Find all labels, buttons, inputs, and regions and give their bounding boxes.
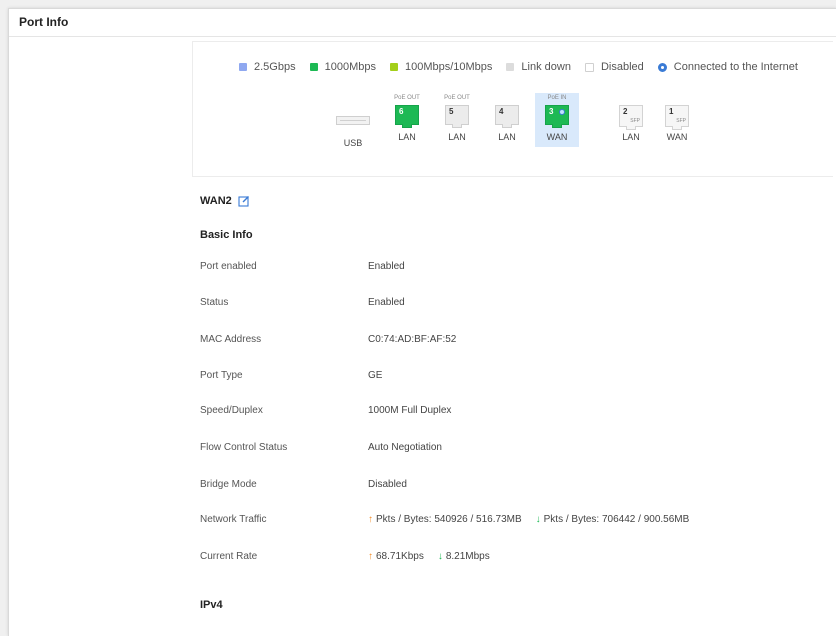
port-poe-label	[489, 95, 525, 105]
row-label: Flow Control Status	[200, 442, 288, 453]
row-value: 1000M Full Duplex	[368, 405, 452, 416]
port-diagram: 2.5Gbps 1000Mbps 100Mbps/10Mbps Link dow…	[192, 41, 833, 177]
upload-arrow-icon: ↑	[368, 514, 373, 525]
row-value: ↑ 68.71Kbps ↓ 8.21Mbps	[368, 551, 490, 562]
legend-100mbps: 100Mbps/10Mbps	[389, 61, 493, 73]
legend-swatch-disabled	[584, 62, 594, 72]
row-label: MAC Address	[200, 334, 262, 345]
port-poe-label: PoE OUT	[444, 95, 470, 101]
edit-icon[interactable]	[238, 195, 250, 207]
legend-disabled: Disabled	[584, 61, 644, 73]
ethernet-port-icon: 6	[395, 105, 419, 128]
download-arrow-icon: ↓	[437, 551, 443, 562]
traffic-down: Pkts / Bytes: 706442 / 900.56MB	[543, 514, 690, 525]
ethernet-port-icon: 4	[495, 105, 519, 128]
sfp-port-icon: 1 SFP	[665, 105, 689, 130]
info-row-port-enabled: Port enabled Enabled	[200, 261, 836, 279]
port-2-sfp[interactable]: 2 SFP LAN	[613, 95, 649, 142]
wan-section-title: WAN2	[200, 195, 250, 207]
port-1-sfp[interactable]: 1 SFP WAN	[659, 95, 695, 142]
info-row-port-type: Port Type GE	[200, 370, 836, 388]
row-value: ↑ Pkts / Bytes: 540926 / 516.73MB ↓ Pkts…	[368, 514, 689, 525]
port-label: LAN	[448, 132, 466, 142]
legend-label: 2.5Gbps	[254, 61, 296, 73]
legend-2-5gbps: 2.5Gbps	[239, 61, 296, 73]
sfp-label: SFP	[630, 118, 640, 124]
traffic-up: Pkts / Bytes: 540926 / 516.73MB	[376, 514, 522, 525]
title-divider	[9, 36, 836, 37]
port-poe-label: PoE IN	[547, 95, 567, 101]
info-row-bridge-mode: Bridge Mode Disabled	[200, 479, 836, 497]
ethernet-port-icon: 3	[545, 105, 569, 128]
row-label: Port Type	[200, 370, 243, 381]
rate-up: 68.71Kbps	[376, 551, 424, 562]
port-label: USB	[343, 138, 363, 148]
port-number: 3	[549, 107, 554, 116]
port-label: LAN	[622, 132, 640, 142]
port-number: 5	[449, 107, 454, 116]
legend-swatch-100mbps	[389, 63, 398, 71]
panel-title: Port Info	[19, 15, 69, 29]
legend-label: 1000Mbps	[324, 61, 376, 73]
legend-link-down: Link down	[506, 61, 571, 73]
ethernet-port-icon: 5	[445, 105, 469, 128]
wan-title: WAN2	[200, 195, 232, 207]
row-label: Status	[200, 297, 229, 308]
port-label: WAN	[546, 132, 568, 142]
info-row-speed-duplex: Speed/Duplex 1000M Full Duplex	[200, 405, 836, 423]
row-label: Bridge Mode	[200, 479, 257, 490]
legend-label: 100Mbps/10Mbps	[404, 61, 493, 73]
row-value: Disabled	[368, 479, 407, 490]
port-number: 1	[669, 107, 674, 116]
sfp-port-icon: 2 SFP	[619, 105, 643, 130]
info-row-mac-address: MAC Address C0:74:AD:BF:AF:52	[200, 334, 836, 352]
port-5[interactable]: PoE OUT 5 LAN	[439, 95, 475, 142]
port-usb[interactable]: USB	[333, 95, 373, 148]
port-label: LAN	[398, 132, 416, 142]
legend: 2.5Gbps 1000Mbps 100Mbps/10Mbps Link dow…	[239, 61, 798, 73]
internet-icon	[559, 109, 565, 115]
row-value: C0:74:AD:BF:AF:52	[368, 334, 457, 345]
port-number: 4	[499, 107, 504, 116]
sfp-label: SFP	[676, 118, 686, 124]
globe-icon	[657, 62, 667, 72]
legend-1000mbps: 1000Mbps	[309, 61, 376, 73]
legend-swatch-1000mbps	[309, 63, 318, 71]
port-label: WAN	[666, 132, 688, 142]
legend-swatch-link-down	[506, 63, 515, 71]
row-label: Current Rate	[200, 551, 258, 562]
row-label: Speed/Duplex	[200, 405, 263, 416]
row-value: Auto Negotiation	[368, 442, 442, 453]
row-label: Network Traffic	[200, 514, 267, 525]
usb-port-icon	[336, 116, 370, 125]
upload-arrow-icon: ↑	[368, 551, 373, 562]
rate-down: 8.21Mbps	[445, 551, 490, 562]
row-label: Port enabled	[200, 261, 257, 272]
legend-swatch-2-5gbps	[239, 63, 247, 71]
info-row-status: Status Enabled	[200, 297, 836, 315]
port-6[interactable]: PoE OUT 6 LAN	[389, 95, 425, 142]
port-label: LAN	[498, 132, 516, 142]
info-row-current-rate: Current Rate ↑ 68.71Kbps ↓ 8.21Mbps	[200, 551, 836, 569]
port-4[interactable]: 4 LAN	[489, 95, 525, 142]
port-poe-label: PoE OUT	[394, 95, 420, 101]
download-arrow-icon: ↓	[535, 514, 541, 525]
info-row-flow-control: Flow Control Status Auto Negotiation	[200, 442, 836, 460]
basic-info-title: Basic Info	[200, 229, 253, 241]
port-3[interactable]: PoE IN 3 WAN	[535, 93, 579, 147]
legend-label: Link down	[521, 61, 571, 73]
legend-internet: Connected to the Internet	[657, 61, 798, 73]
legend-label: Connected to the Internet	[673, 61, 798, 73]
info-row-network-traffic: Network Traffic ↑ Pkts / Bytes: 540926 /…	[200, 514, 836, 532]
row-value: Enabled	[368, 297, 405, 308]
row-value: Enabled	[368, 261, 405, 272]
ipv4-section-title: IPv4	[200, 599, 223, 611]
legend-label: Disabled	[600, 61, 644, 73]
port-number: 2	[623, 107, 628, 116]
row-value: GE	[368, 370, 383, 381]
port-number: 6	[399, 107, 404, 116]
